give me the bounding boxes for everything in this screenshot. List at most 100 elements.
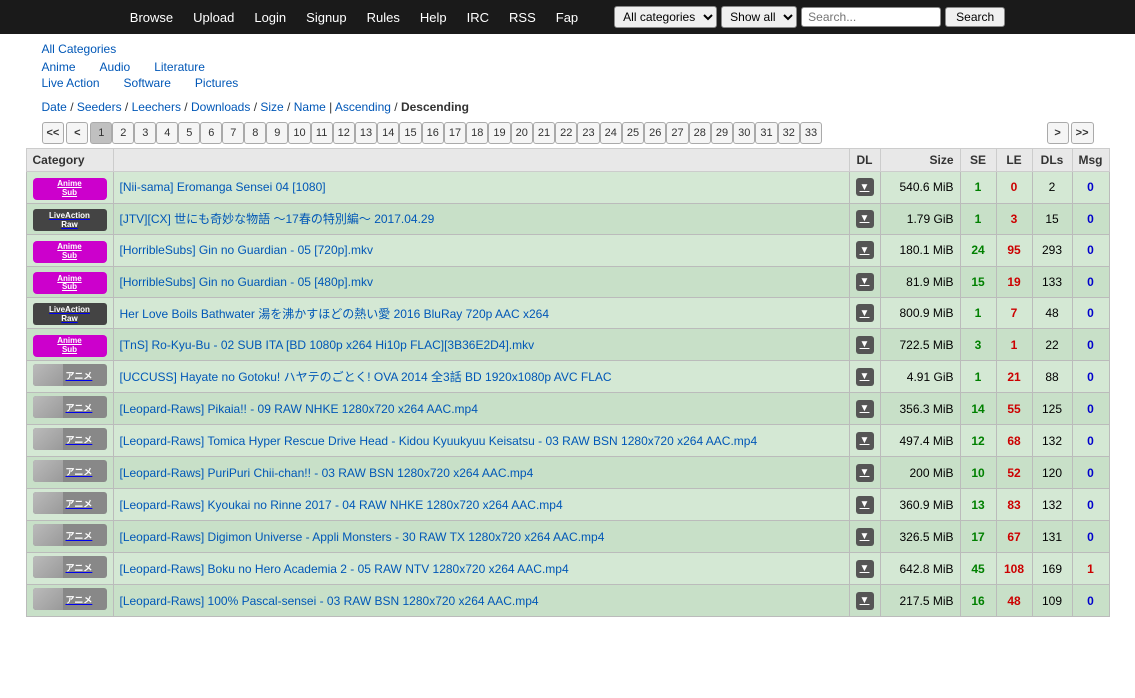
page-33[interactable]: 33 xyxy=(800,122,822,144)
cat-badge-animeraw[interactable]: アニメ xyxy=(33,396,107,418)
cat-pictures[interactable]: Pictures xyxy=(195,76,238,90)
sort-name[interactable]: Name xyxy=(294,100,326,114)
cat-badge-animesub[interactable]: AnimeSub xyxy=(33,178,107,200)
search-input[interactable] xyxy=(801,7,941,27)
download-button[interactable]: ▼ xyxy=(856,241,874,259)
download-button[interactable]: ▼ xyxy=(856,304,874,322)
cat-software[interactable]: Software xyxy=(124,76,171,90)
page-15[interactable]: 15 xyxy=(399,122,421,144)
search-button[interactable]: Search xyxy=(945,7,1005,27)
nav-upload[interactable]: Upload xyxy=(193,10,234,25)
page-31[interactable]: 31 xyxy=(755,122,777,144)
page-13[interactable]: 13 xyxy=(355,122,377,144)
cat-all-link[interactable]: All Categories xyxy=(42,42,117,56)
page-6[interactable]: 6 xyxy=(200,122,222,144)
page-9[interactable]: 9 xyxy=(266,122,288,144)
nav-signup[interactable]: Signup xyxy=(306,10,346,25)
sort-date[interactable]: Date xyxy=(42,100,67,114)
page-20[interactable]: 20 xyxy=(511,122,533,144)
torrent-name-link[interactable]: [Leopard-Raws] Tomica Hyper Rescue Drive… xyxy=(120,434,758,448)
page-25[interactable]: 25 xyxy=(622,122,644,144)
download-button[interactable]: ▼ xyxy=(856,273,874,291)
page-30[interactable]: 30 xyxy=(733,122,755,144)
nav-fap[interactable]: Fap xyxy=(556,10,578,25)
cat-badge-animesub[interactable]: AnimeSub xyxy=(33,272,107,294)
cat-badge-animeraw[interactable]: アニメ xyxy=(33,428,107,450)
nav-irc[interactable]: IRC xyxy=(467,10,489,25)
page-first[interactable]: << xyxy=(42,122,65,144)
download-button[interactable]: ▼ xyxy=(856,528,874,546)
torrent-name-link[interactable]: [Leopard-Raws] Boku no Hero Academia 2 -… xyxy=(120,562,569,576)
page-2[interactable]: 2 xyxy=(112,122,134,144)
torrent-name-link[interactable]: [JTV][CX] 世にも奇妙な物語 〜17春の特別編〜 2017.04.29 xyxy=(120,212,435,226)
page-14[interactable]: 14 xyxy=(377,122,399,144)
torrent-name-link[interactable]: [UCCUSS] Hayate no Gotoku! ハヤテのごとく! OVA … xyxy=(120,370,612,384)
sort-descending[interactable]: Descending xyxy=(401,100,469,114)
download-button[interactable]: ▼ xyxy=(856,560,874,578)
page-16[interactable]: 16 xyxy=(422,122,444,144)
page-7[interactable]: 7 xyxy=(222,122,244,144)
page-17[interactable]: 17 xyxy=(444,122,466,144)
page-4[interactable]: 4 xyxy=(156,122,178,144)
page-29[interactable]: 29 xyxy=(711,122,733,144)
page-last[interactable]: >> xyxy=(1071,122,1094,144)
cat-badge-animeraw[interactable]: アニメ xyxy=(33,524,107,546)
page-5[interactable]: 5 xyxy=(178,122,200,144)
cat-badge-animeraw[interactable]: アニメ xyxy=(33,364,107,386)
page-10[interactable]: 10 xyxy=(288,122,310,144)
download-button[interactable]: ▼ xyxy=(856,210,874,228)
download-button[interactable]: ▼ xyxy=(856,400,874,418)
cat-badge-animeraw[interactable]: アニメ xyxy=(33,460,107,482)
cat-anime[interactable]: Anime xyxy=(42,60,76,74)
cat-liveaction[interactable]: Live Action xyxy=(42,76,100,90)
nav-login[interactable]: Login xyxy=(254,10,286,25)
torrent-name-link[interactable]: [Leopard-Raws] PuriPuri Chii-chan!! - 03… xyxy=(120,466,534,480)
torrent-name-link[interactable]: [Leopard-Raws] Kyoukai no Rinne 2017 - 0… xyxy=(120,498,563,512)
page-23[interactable]: 23 xyxy=(577,122,599,144)
download-button[interactable]: ▼ xyxy=(856,432,874,450)
cat-badge-animeraw[interactable]: アニメ xyxy=(33,588,107,610)
download-button[interactable]: ▼ xyxy=(856,368,874,386)
cat-badge-animesub[interactable]: AnimeSub xyxy=(33,335,107,357)
torrent-name-link[interactable]: [HorribleSubs] Gin no Guardian - 05 [720… xyxy=(120,243,373,257)
cat-literature[interactable]: Literature xyxy=(154,60,205,74)
page-24[interactable]: 24 xyxy=(600,122,622,144)
torrent-name-link[interactable]: [TnS] Ro-Kyu-Bu - 02 SUB ITA [BD 1080p x… xyxy=(120,338,535,352)
cat-badge-animeraw[interactable]: アニメ xyxy=(33,492,107,514)
download-button[interactable]: ▼ xyxy=(856,496,874,514)
page-26[interactable]: 26 xyxy=(644,122,666,144)
download-button[interactable]: ▼ xyxy=(856,464,874,482)
page-3[interactable]: 3 xyxy=(134,122,156,144)
download-button[interactable]: ▼ xyxy=(856,336,874,354)
category-select[interactable]: All categories xyxy=(614,6,717,28)
page-19[interactable]: 19 xyxy=(488,122,510,144)
page-22[interactable]: 22 xyxy=(555,122,577,144)
cat-badge-animeraw[interactable]: アニメ xyxy=(33,556,107,578)
show-select[interactable]: Show all xyxy=(721,6,797,28)
page-12[interactable]: 12 xyxy=(333,122,355,144)
page-1[interactable]: 1 xyxy=(90,122,112,144)
torrent-name-link[interactable]: [Leopard-Raws] Digimon Universe - Appli … xyxy=(120,530,605,544)
page-27[interactable]: 27 xyxy=(666,122,688,144)
page-prev[interactable]: < xyxy=(66,122,88,144)
cat-badge-liveaction[interactable]: LiveActionRaw xyxy=(33,209,107,231)
sort-downloads[interactable]: Downloads xyxy=(191,100,250,114)
torrent-name-link[interactable]: [Leopard-Raws] 100% Pascal-sensei - 03 R… xyxy=(120,594,539,608)
download-button[interactable]: ▼ xyxy=(856,178,874,196)
torrent-name-link[interactable]: [HorribleSubs] Gin no Guardian - 05 [480… xyxy=(120,275,373,289)
torrent-name-link[interactable]: Her Love Boils Bathwater 湯を沸かすほどの熱い愛 201… xyxy=(120,307,550,321)
page-21[interactable]: 21 xyxy=(533,122,555,144)
nav-help[interactable]: Help xyxy=(420,10,447,25)
cat-badge-liveaction[interactable]: LiveActionRaw xyxy=(33,303,107,325)
sort-ascending[interactable]: Ascending xyxy=(335,100,391,114)
page-next[interactable]: > xyxy=(1047,122,1069,144)
cat-badge-animesub[interactable]: AnimeSub xyxy=(33,241,107,263)
nav-browse[interactable]: Browse xyxy=(130,10,173,25)
torrent-name-link[interactable]: [Nii-sama] Eromanga Sensei 04 [1080] xyxy=(120,180,326,194)
page-28[interactable]: 28 xyxy=(689,122,711,144)
download-button[interactable]: ▼ xyxy=(856,592,874,610)
page-8[interactable]: 8 xyxy=(244,122,266,144)
page-11[interactable]: 11 xyxy=(311,122,333,144)
page-18[interactable]: 18 xyxy=(466,122,488,144)
sort-leechers[interactable]: Leechers xyxy=(132,100,181,114)
